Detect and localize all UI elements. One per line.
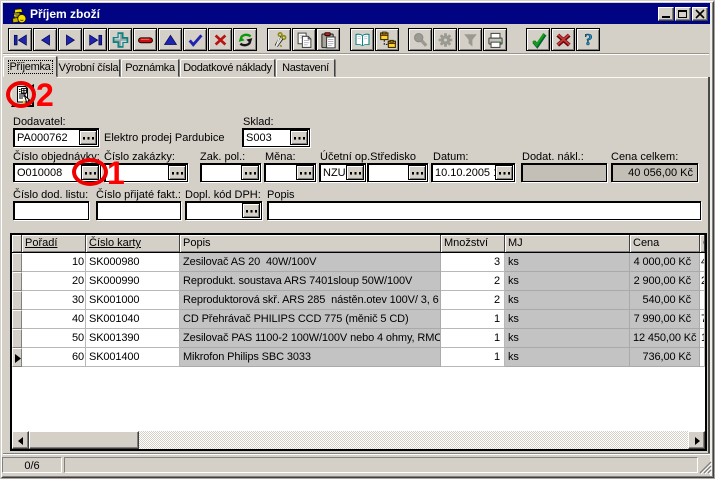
svg-text:?: ?	[584, 31, 593, 49]
